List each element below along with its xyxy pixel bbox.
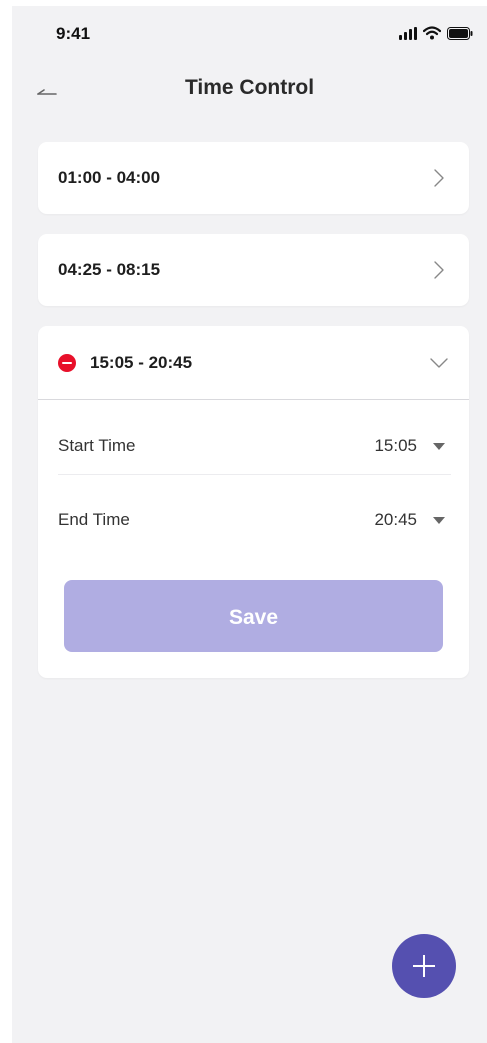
start-time-field[interactable]: Start Time 15:05: [58, 402, 451, 475]
battery-icon: [447, 26, 473, 40]
schedule-range: 01:00 - 04:00: [58, 168, 161, 187]
schedule-range: 15:05 - 20:45: [90, 353, 193, 372]
caret-down-icon[interactable]: [433, 443, 445, 450]
start-time-value: 15:05: [374, 436, 417, 455]
chevron-right-icon: [434, 169, 444, 187]
status-bar: 9:41: [12, 6, 487, 66]
chevron-right-icon: [434, 261, 444, 279]
status-icons: [399, 26, 473, 40]
page-title: Time Control: [184, 76, 315, 99]
time-control-screen: 9:41 Time Control 01:00 - 04:00 04:25 - …: [12, 6, 487, 1043]
expanded-header[interactable]: 15:05 - 20:45: [38, 326, 469, 400]
schedule-item-expanded: 15:05 - 20:45 Start Time 15:05 End Time …: [38, 326, 469, 678]
schedule-range: 04:25 - 08:15: [58, 260, 161, 279]
end-time-field[interactable]: End Time 20:45: [58, 476, 451, 548]
caret-down-icon[interactable]: [433, 517, 445, 524]
add-schedule-button[interactable]: [392, 934, 456, 998]
schedule-item[interactable]: 04:25 - 08:15: [38, 234, 469, 306]
start-time-label: Start Time: [58, 436, 136, 455]
save-button[interactable]: Save: [64, 580, 443, 652]
remove-icon[interactable]: [58, 354, 76, 372]
status-time: 9:41: [56, 24, 91, 43]
header: Time Control: [12, 66, 487, 116]
schedule-item[interactable]: 01:00 - 04:00: [38, 142, 469, 214]
chevron-down-icon[interactable]: [429, 357, 449, 369]
end-time-label: End Time: [58, 510, 130, 529]
wifi-icon: [423, 26, 441, 40]
end-time-value: 20:45: [374, 510, 417, 529]
signal-icon: [399, 26, 417, 40]
